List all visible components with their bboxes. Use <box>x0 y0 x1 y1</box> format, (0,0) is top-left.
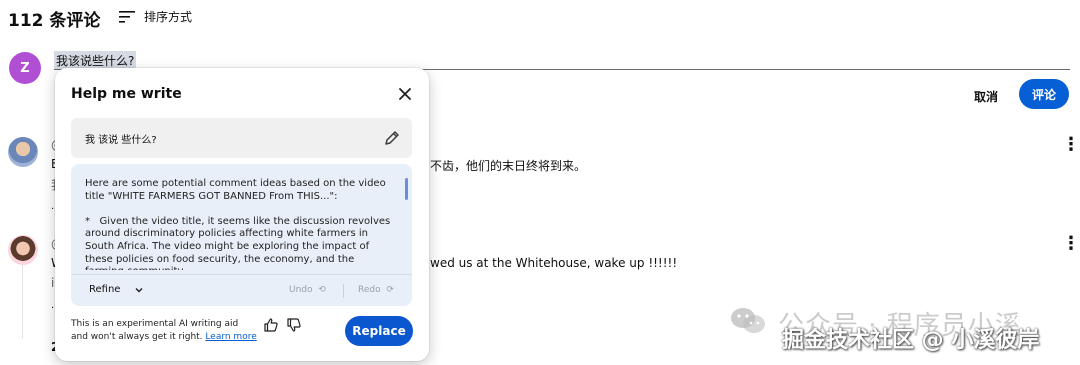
redo-icon: ⟳ <box>383 285 394 295</box>
scrollbar-thumb[interactable] <box>405 178 408 200</box>
comment-count: 112 条评论 <box>8 11 101 31</box>
sort-icon <box>119 10 135 23</box>
submit-comment-button[interactable]: 评论 <box>1019 79 1069 109</box>
more-vert-icon[interactable]: ⋮ <box>1062 136 1080 154</box>
prompt-text: 我 该说 些什么? <box>85 135 157 146</box>
redo-button[interactable]: Redo ⟳ <box>358 285 394 295</box>
undo-button[interactable]: Undo ⟲ <box>289 285 326 295</box>
watermark-line2: 掘金技术社区 @ 小溪彼岸 <box>782 328 1040 353</box>
prompt-field[interactable]: 我 该说 些什么? <box>71 118 412 158</box>
wechat-logo-icon <box>731 308 765 333</box>
dialog-title: Help me write <box>71 86 182 102</box>
comment-action-dot: · <box>51 204 55 215</box>
avatar[interactable] <box>8 137 38 167</box>
sort-label: 排序方式 <box>144 10 193 24</box>
comment-text-continued: 不齿，他们的末日终将到来。 <box>430 159 587 173</box>
redo-label: Redo <box>358 285 381 295</box>
sort-button[interactable]: 排序方式 <box>118 8 192 25</box>
thumbs-down-icon[interactable] <box>286 317 302 333</box>
undo-icon: ⟲ <box>315 285 326 295</box>
thumbs-up-icon[interactable] <box>263 317 279 333</box>
more-vert-icon[interactable]: ⋮ <box>1062 235 1080 253</box>
edit-pencil-icon[interactable] <box>383 129 401 147</box>
avatar[interactable] <box>8 235 38 265</box>
close-icon[interactable] <box>395 84 415 104</box>
comment-action-dot: · <box>51 303 55 314</box>
help-me-write-dialog: Help me write 我 该说 些什么? Here are some po… <box>55 68 429 361</box>
thread-line <box>22 265 23 339</box>
disclaimer: This is an experimental AI writing aid a… <box>71 318 257 344</box>
replace-button[interactable]: Replace <box>345 316 413 346</box>
refine-dropdown[interactable]: Refine <box>89 284 144 295</box>
divider <box>343 284 344 298</box>
undo-label: Undo <box>289 285 313 295</box>
refine-label: Refine <box>89 284 121 295</box>
generated-text: Here are some potential comment ideas ba… <box>85 178 391 270</box>
generated-suggestion-panel: Here are some potential comment ideas ba… <box>71 164 412 306</box>
user-avatar: Z <box>9 52 41 84</box>
learn-more-link[interactable]: Learn more <box>205 332 256 342</box>
chevron-down-icon <box>135 287 143 292</box>
comment-text-continued: wed us at the Whitehouse, wake up !!!!!! <box>430 256 678 270</box>
cancel-button[interactable]: 取消 <box>966 84 1006 109</box>
divider <box>71 274 412 275</box>
